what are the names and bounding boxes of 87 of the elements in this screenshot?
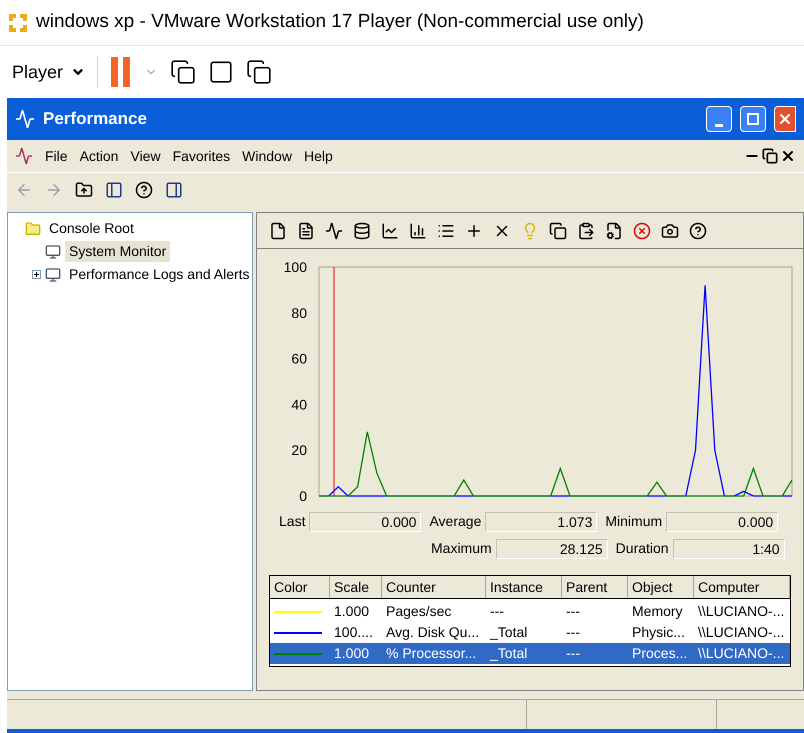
table-cell-text: --- <box>565 623 581 642</box>
minimize-button[interactable] <box>706 106 732 132</box>
tree-item[interactable]: System Monitor <box>65 241 170 262</box>
menu-item[interactable]: Action <box>80 146 118 166</box>
monitor-icon <box>45 266 61 282</box>
pause-icon[interactable] <box>110 57 132 87</box>
axis-tick-label: 100 <box>284 259 307 275</box>
stat-value: 0.000 <box>666 512 778 532</box>
close-button[interactable] <box>774 106 796 132</box>
column-header[interactable]: Color <box>270 576 330 598</box>
menu-item[interactable]: Help <box>304 146 333 166</box>
stat-label: Maximum <box>431 539 492 558</box>
table-cell-text: 1.000 <box>333 644 370 663</box>
maximize-button[interactable] <box>740 106 766 132</box>
stat-label: Average <box>429 512 482 531</box>
table-cell-text: Proces... <box>631 644 688 663</box>
stat-value: 0.000 <box>309 512 422 532</box>
expander-icon[interactable] <box>32 270 41 279</box>
column-header[interactable]: Computer <box>694 576 790 598</box>
database-icon[interactable] <box>353 222 371 240</box>
up-folder-icon[interactable] <box>75 180 93 198</box>
bar-chart-icon[interactable] <box>409 222 427 240</box>
paste-icon[interactable] <box>577 222 595 240</box>
close-icon <box>777 111 793 127</box>
table-cell-text: Pages/sec <box>385 602 452 621</box>
table-cell-text: 1.000 <box>333 602 370 621</box>
app-icon <box>15 109 35 129</box>
column-header[interactable]: Parent <box>562 576 628 598</box>
axis-tick-label: 80 <box>291 304 307 321</box>
menu-item[interactable]: View <box>130 146 161 166</box>
table-cell-text: \\LUCIANO-... <box>697 623 786 642</box>
new-page-icon[interactable] <box>269 222 287 240</box>
properties-icon[interactable] <box>605 222 623 240</box>
monitor-icon <box>45 244 61 260</box>
stat-value: 1:40 <box>672 538 785 558</box>
activity-icon[interactable] <box>325 222 343 240</box>
console-icon <box>15 147 33 165</box>
table-cell-text: Physic... <box>631 623 686 642</box>
table-cell-text: % Processor... <box>385 644 478 663</box>
menu-item[interactable]: Favorites <box>172 146 230 166</box>
restore-icon[interactable] <box>762 148 778 164</box>
table-cell-text: Avg. Disk Qu... <box>385 623 480 642</box>
stat-label: Last <box>279 512 306 531</box>
table-cell-text: Memory <box>631 602 684 621</box>
stop-icon[interactable] <box>633 222 651 240</box>
menu-item[interactable]: Window <box>242 146 292 166</box>
menu-item[interactable]: File <box>45 146 68 166</box>
axis-tick-label: 40 <box>291 396 307 412</box>
stat-label: Minimum <box>605 512 662 531</box>
axis-tick-label: 0 <box>299 488 307 504</box>
stat-value: 1.073 <box>485 512 598 532</box>
player-menu-button[interactable]: Player <box>12 58 86 86</box>
window-title: windows xp - VMware Workstation 17 Player (Non-commercial use only) <box>36 10 644 34</box>
tree-item[interactable]: Console Root <box>45 218 138 239</box>
stat-value: 28.125 <box>496 538 608 558</box>
copy-icon[interactable] <box>549 222 567 240</box>
table-cell-text: 100.... <box>333 623 374 642</box>
document-icon[interactable] <box>297 222 315 240</box>
close-icon[interactable] <box>780 148 796 164</box>
help-icon[interactable] <box>689 222 707 240</box>
table-cell-text: _Total <box>488 623 528 642</box>
tree-item[interactable]: Performance Logs and Alerts <box>65 264 254 285</box>
window-title: Performance <box>43 108 148 130</box>
table-cell-text: \\LUCIANO-... <box>697 602 786 621</box>
column-header[interactable]: Object <box>628 576 694 598</box>
table-row[interactable]: 1.000 Pages/sec --- --- Memory \\LUCIANO-... <box>270 601 790 622</box>
action-pane-icon[interactable] <box>165 180 183 198</box>
show-tree-icon[interactable] <box>105 180 123 198</box>
folder-icon <box>25 220 41 236</box>
column-header[interactable]: Instance <box>486 576 562 598</box>
column-header[interactable]: Scale <box>330 576 382 598</box>
column-header[interactable]: Counter <box>382 576 486 598</box>
table-cell-text: --- <box>489 602 505 621</box>
table-cell-text: _Total <box>488 644 528 663</box>
table-row[interactable]: 1.000 % Processor... _Total --- Proces... \\LUCIANO-... <box>270 643 790 664</box>
table-row[interactable]: 100.... Avg. Disk Qu... _Total --- Physic... \\LUCIANO-... <box>270 622 790 643</box>
table-cell-text: \\LUCIANO-... <box>697 644 786 663</box>
camera-icon[interactable] <box>661 222 679 240</box>
table-cell-text: --- <box>565 602 581 621</box>
stat-label: Duration <box>616 539 669 558</box>
table-cell-text: --- <box>565 644 581 663</box>
app-logo-icon <box>8 12 28 32</box>
line-chart-icon[interactable] <box>381 222 399 240</box>
fullscreen-icon[interactable] <box>208 59 234 85</box>
axis-tick-label: 20 <box>291 442 307 458</box>
help-icon[interactable] <box>135 180 153 198</box>
axis-tick-label: 60 <box>291 350 307 367</box>
